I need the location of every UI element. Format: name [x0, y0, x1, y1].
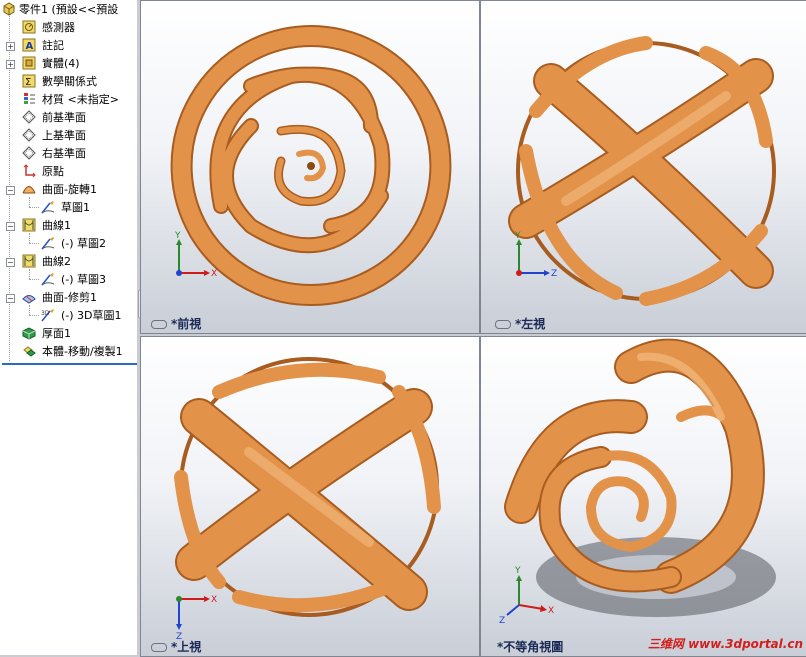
axis-z-label: Z — [551, 269, 557, 279]
model-render-isometric: Y X Z — [499, 338, 776, 626]
axis-triad: Z X — [176, 595, 217, 642]
axis-y-label: Y — [514, 566, 521, 576]
move-copy-icon — [23, 346, 36, 357]
viewport-left[interactable]: Y Z *左視 — [480, 0, 806, 334]
viewport-label-isometric: *不等角視圖 — [497, 640, 564, 654]
tree-item-label: 本體-移動/複製1 — [42, 345, 123, 358]
tree-item-label: 註記 — [42, 39, 64, 52]
viewport-label-front: *前視 — [151, 315, 201, 332]
link-views-icon — [495, 320, 511, 329]
tree-item-label: 原點 — [42, 165, 64, 178]
model-render-top: Z X — [174, 357, 441, 642]
origin-icon — [23, 164, 36, 178]
tree-item-label: 材質 <未指定> — [42, 93, 119, 106]
tree-item-label: 前基準面 — [42, 111, 86, 124]
svg-text:Σ: Σ — [25, 77, 31, 88]
collapse-toggle[interactable]: − — [6, 258, 15, 267]
axis-y-label: Y — [174, 231, 181, 241]
plane-icon — [22, 128, 36, 142]
solid-bodies-icon — [22, 56, 36, 70]
axis-x-label: X — [211, 269, 217, 279]
plane-icon — [22, 146, 36, 160]
viewport-label-top: *上視 — [151, 638, 201, 655]
tree-item-label: (-) 草圖2 — [61, 237, 107, 250]
collapse-toggle[interactable]: − — [6, 222, 15, 231]
3d-sketch-icon: 3D — [41, 309, 54, 322]
part-icon — [3, 2, 15, 16]
model-render-left: Y Z — [508, 36, 776, 306]
annotation-icon: A — [22, 38, 36, 52]
viewport-top[interactable]: Z X *上視 — [140, 336, 480, 657]
viewport-label-left: *左視 — [495, 315, 545, 332]
tree-item-label: (-) 草圖3 — [61, 273, 107, 286]
tree-item-label: 曲面-旋轉1 — [42, 183, 97, 196]
thicken-icon — [22, 327, 36, 340]
axis-x-label: X — [548, 606, 554, 616]
collapse-toggle[interactable]: − — [6, 294, 15, 303]
svg-text:3D: 3D — [41, 310, 50, 317]
expand-toggle[interactable]: + — [6, 42, 15, 51]
tree-item-label: 感測器 — [42, 21, 75, 34]
tree-item-label: 數學關係式 — [42, 75, 97, 88]
sketch-icon — [41, 201, 55, 214]
axis-x-label: X — [211, 595, 217, 605]
equations-icon: Σ — [22, 74, 36, 88]
viewport-front[interactable]: Y X *前視 — [140, 0, 480, 334]
sensor-icon — [22, 20, 36, 34]
sketch-icon — [41, 273, 55, 286]
viewport-isometric[interactable]: Y X Z *不等角視圖 三维网 www.3dportal.cn — [480, 336, 806, 657]
axis-z-label: Z — [499, 616, 505, 626]
link-views-icon — [151, 320, 167, 329]
expand-toggle[interactable]: + — [6, 60, 15, 69]
tree-item-label: 實體(4) — [42, 57, 80, 70]
watermark: 三维网 www.3dportal.cn — [647, 637, 803, 651]
axis-y-label: Y — [514, 231, 521, 241]
tree-item-label: 厚面1 — [42, 327, 71, 340]
link-views-icon — [151, 643, 167, 652]
curve-icon — [22, 254, 36, 268]
tree-item-label: (-) 3D草圖1 — [61, 309, 122, 322]
feature-manager-tree[interactable]: 零件1 (預設<<預設 感測器 + A 註記 + 實體(4) Σ 數學關係式 材… — [0, 0, 138, 655]
material-icon — [24, 93, 35, 104]
curve-icon — [22, 218, 36, 232]
tree-item-label: 右基準面 — [42, 147, 86, 160]
sketch-icon — [41, 237, 55, 250]
tree-item-label: 曲線1 — [42, 219, 71, 232]
svg-text:A: A — [26, 41, 34, 52]
plane-icon — [22, 110, 36, 124]
revolve-surface-icon — [22, 186, 36, 194]
collapse-toggle[interactable]: − — [6, 186, 15, 195]
tree-item-label: 曲線2 — [42, 255, 71, 268]
model-render-front: Y X — [170, 25, 452, 306]
trim-surface-icon — [22, 295, 36, 304]
tree-root-label: 零件1 (預設<<預設 — [19, 3, 119, 16]
tree-item-label: 草圖1 — [61, 201, 90, 214]
tree-item-label: 曲面-修剪1 — [42, 291, 97, 304]
tree-item-label: 上基準面 — [42, 129, 86, 142]
rollback-bar[interactable] — [2, 363, 137, 365]
